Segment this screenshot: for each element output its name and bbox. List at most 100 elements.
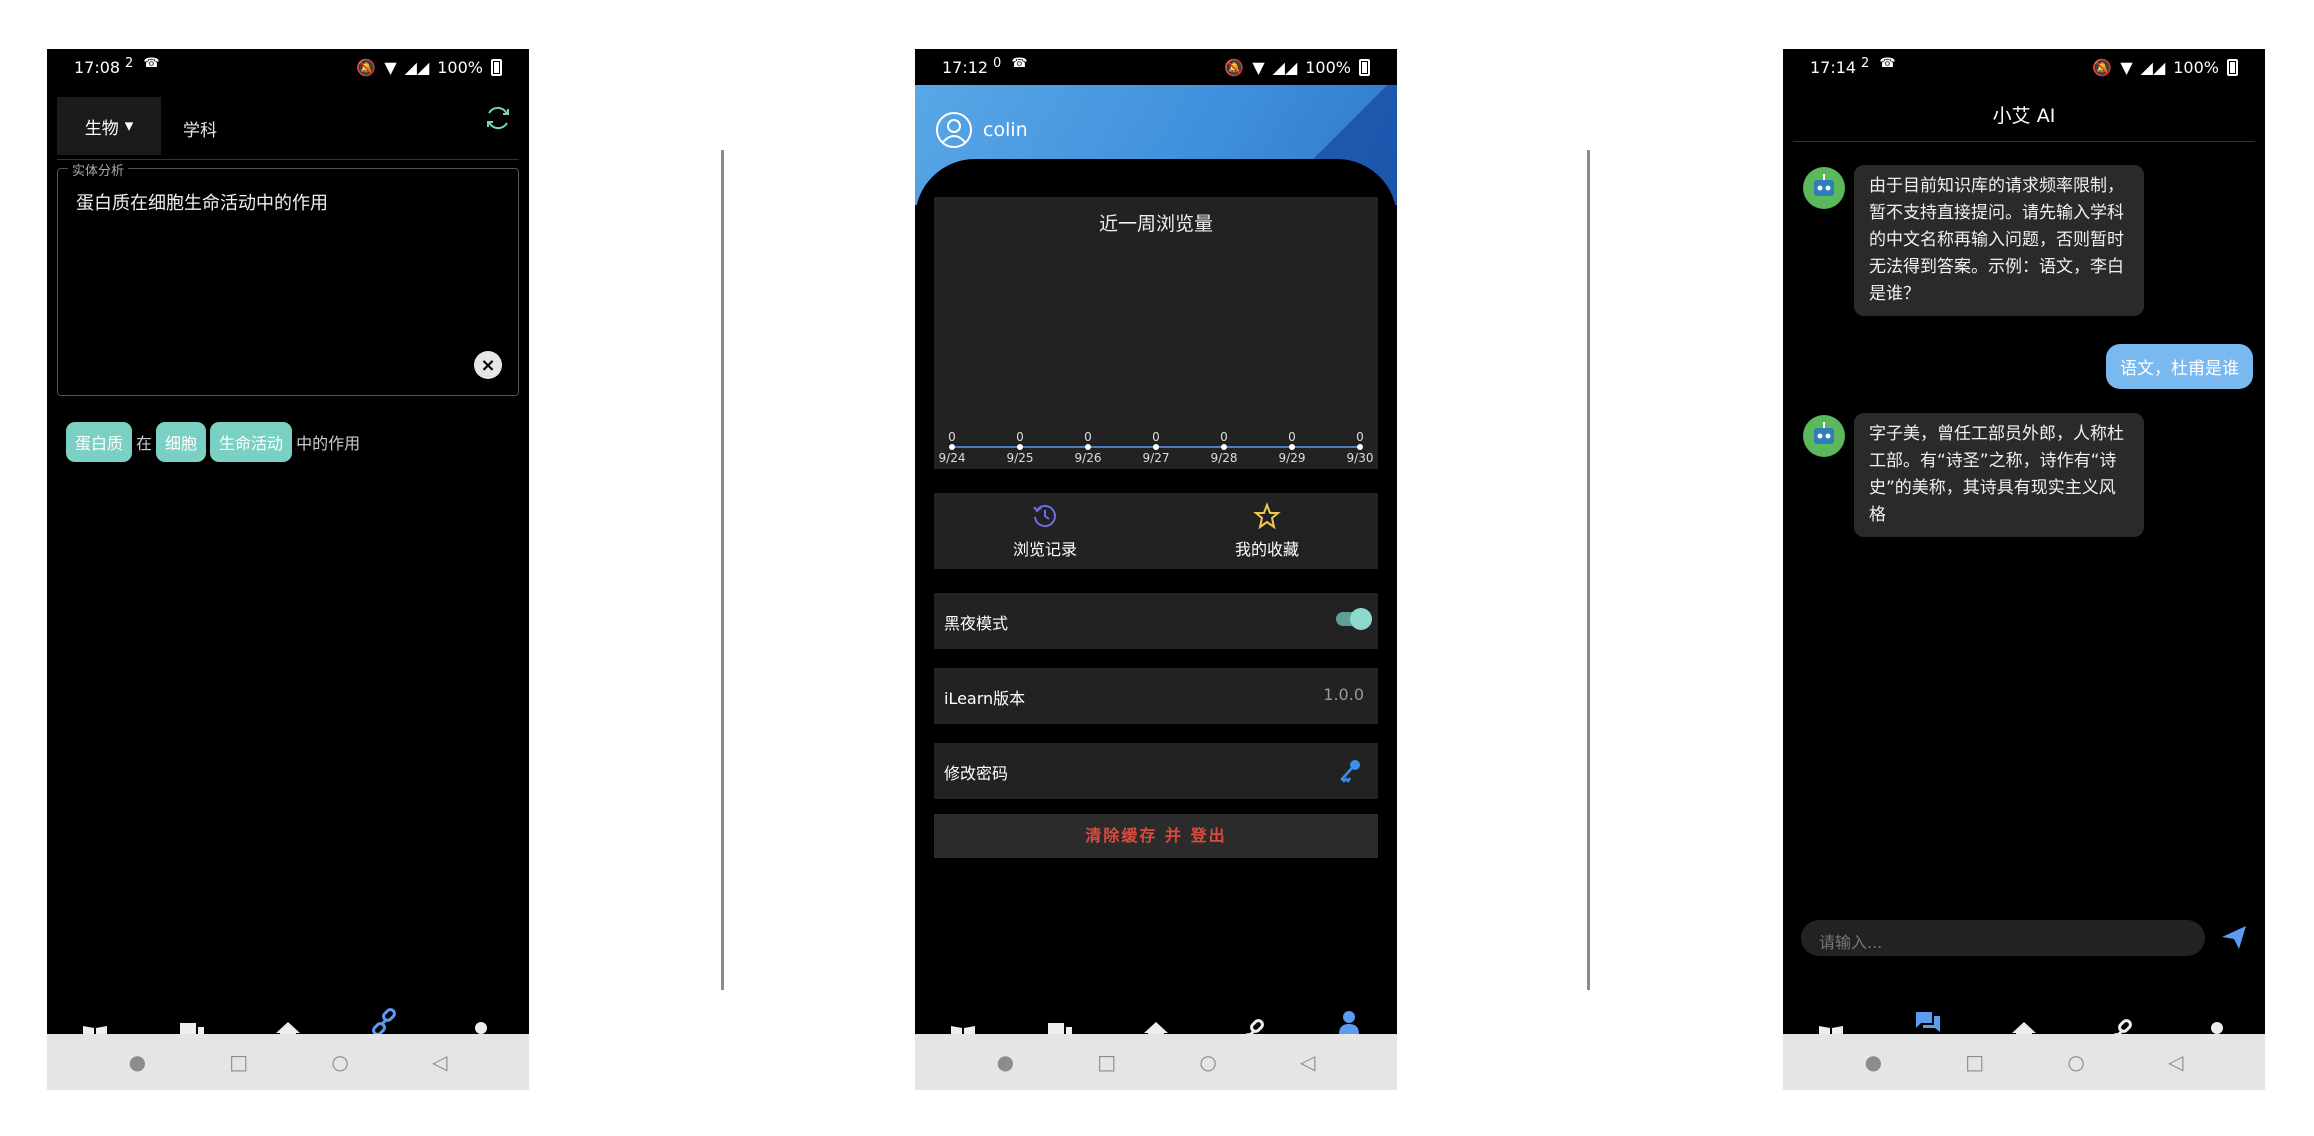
status-bar: 17:12 0 ☎ 🔕 ▼ ◢◢ 100% bbox=[915, 49, 1397, 85]
screen-divider bbox=[1587, 150, 1590, 990]
favorites-button[interactable]: 我的收藏 bbox=[1156, 493, 1378, 569]
user-message: 语文，杜甫是谁 bbox=[2106, 344, 2253, 389]
chat-input[interactable]: 请输入... bbox=[1801, 920, 2205, 956]
status-time: 17:14 bbox=[1810, 58, 1857, 77]
back-icon[interactable]: ◁ bbox=[1300, 1050, 1315, 1074]
robot-avatar-icon bbox=[1803, 167, 1845, 209]
entity-text: 在 bbox=[136, 434, 153, 453]
divider-line bbox=[1793, 141, 2255, 142]
status-time: 17:08 bbox=[74, 58, 121, 77]
phone-screen-chat: 17:14 2 ☎ 🔕 ▼ ◢◢ 100% 小艾 AI 由于目前知识库的请求频率限制… bbox=[1783, 49, 2265, 1090]
dot-icon[interactable]: ● bbox=[997, 1050, 1014, 1074]
entity-analysis-field[interactable]: 实体分析 蛋白质在细胞生命活动中的作用 × bbox=[57, 160, 519, 396]
data-label: 0 bbox=[1152, 430, 1160, 444]
system-nav-bar: ● □ ○ ◁ bbox=[915, 1034, 1397, 1090]
status-right-icons: 🔕 ▼ ◢◢ 100% bbox=[1224, 58, 1370, 77]
logout-button[interactable]: 清除缓存 并 登出 bbox=[934, 814, 1378, 858]
subject-dropdown[interactable]: 生物 ▾ bbox=[57, 97, 161, 155]
x-tick-label: 9/25 bbox=[1007, 451, 1034, 465]
data-label: 0 bbox=[1220, 430, 1228, 444]
status-left-icons: 0 ☎ bbox=[993, 56, 1031, 71]
x-tick-label: 9/24 bbox=[939, 451, 966, 465]
entity-chip[interactable]: 细胞 bbox=[156, 422, 207, 462]
data-point bbox=[1221, 444, 1227, 450]
wifi-icon: ▼ bbox=[1252, 58, 1265, 77]
ai-message: 字子美，曾任工部员外郎，人称杜工部。有“诗圣”之称，诗作有“诗史”的美称，其诗具… bbox=[1854, 413, 2144, 537]
refresh-icon[interactable] bbox=[483, 103, 513, 133]
key-icon bbox=[1340, 760, 1360, 783]
x-tick-label: 9/26 bbox=[1075, 451, 1102, 465]
history-label: 浏览记录 bbox=[1012, 540, 1077, 559]
history-icon bbox=[1033, 505, 1056, 528]
x-tick-label: 9/30 bbox=[1347, 451, 1374, 465]
x-tick-label: 9/28 bbox=[1211, 451, 1238, 465]
battery-icon bbox=[2227, 59, 2238, 76]
star-icon bbox=[1253, 502, 1281, 530]
caret-down-icon: ▾ bbox=[124, 116, 134, 136]
change-password-row[interactable]: 修改密码 bbox=[934, 743, 1378, 799]
entity-chip[interactable]: 生命活动 bbox=[210, 422, 293, 462]
battery-icon bbox=[491, 59, 502, 76]
phone-screen-link: 17:08 2 ☎ 🔕 ▼ ◢◢ 100% 生物 ▾ 学科 实体分析 蛋白质在细胞生… bbox=[47, 49, 529, 1090]
home-circle-icon[interactable]: ○ bbox=[2067, 1050, 2084, 1074]
weekly-views-chart: 近一周浏览量 0 9/24 0 9/25 0 9/26 0 9/27 0 9/28 0 9/29 0 9/… bbox=[934, 197, 1378, 469]
data-label: 0 bbox=[948, 430, 956, 444]
history-button[interactable]: 浏览记录 bbox=[934, 493, 1156, 569]
username: colin bbox=[983, 119, 1028, 141]
status-bar: 17:14 2 ☎ 🔕 ▼ ◢◢ 100% bbox=[1783, 49, 2265, 85]
chat-input-placeholder: 请输入... bbox=[1819, 933, 1883, 952]
data-point bbox=[1289, 444, 1295, 450]
clear-icon[interactable]: × bbox=[474, 351, 502, 379]
robot-avatar-icon bbox=[1803, 415, 1845, 457]
recents-icon[interactable]: □ bbox=[229, 1050, 248, 1074]
x-tick-label: 9/29 bbox=[1279, 451, 1306, 465]
home-circle-icon[interactable]: ○ bbox=[1199, 1050, 1216, 1074]
entity-result: 蛋白质 在 细胞 生命活动 中的作用 bbox=[66, 422, 360, 462]
battery-text: 100% bbox=[2173, 58, 2219, 77]
subject-tab-row: 生物 ▾ 学科 bbox=[57, 97, 519, 157]
signal-icon: ◢◢ bbox=[404, 58, 430, 77]
send-icon[interactable] bbox=[2219, 922, 2249, 952]
wifi-icon: ▼ bbox=[384, 58, 397, 77]
status-left-icons: 2 ☎ bbox=[1861, 56, 1899, 71]
back-icon[interactable]: ◁ bbox=[432, 1050, 447, 1074]
recents-icon[interactable]: □ bbox=[1097, 1050, 1116, 1074]
mute-icon: 🔕 bbox=[356, 58, 377, 77]
favorites-label: 我的收藏 bbox=[1234, 540, 1299, 559]
entity-chip[interactable]: 蛋白质 bbox=[66, 422, 133, 462]
system-nav-bar: ● □ ○ ◁ bbox=[1783, 1034, 2265, 1090]
back-icon[interactable]: ◁ bbox=[2168, 1050, 2183, 1074]
data-label: 0 bbox=[1016, 430, 1024, 444]
chat-title: 小艾 AI bbox=[1992, 105, 2056, 127]
tab-subject[interactable]: 学科 bbox=[183, 116, 217, 141]
status-right-icons: 🔕 ▼ ◢◢ 100% bbox=[356, 58, 502, 77]
change-password-label: 修改密码 bbox=[944, 764, 1009, 783]
data-point bbox=[1017, 444, 1023, 450]
home-circle-icon[interactable]: ○ bbox=[331, 1050, 348, 1074]
person-icon bbox=[1338, 1011, 1359, 1034]
version-label: iLearn版本 bbox=[944, 689, 1026, 708]
user-info[interactable]: colin bbox=[935, 111, 1028, 149]
chat-icon bbox=[1915, 1012, 1940, 1032]
battery-text: 100% bbox=[1305, 58, 1351, 77]
battery-icon bbox=[1359, 59, 1370, 76]
dark-mode-row: 黑夜模式 bbox=[934, 593, 1378, 649]
recents-icon[interactable]: □ bbox=[1965, 1050, 1984, 1074]
user-avatar-icon bbox=[936, 112, 972, 148]
subject-dropdown-value: 生物 bbox=[84, 118, 119, 139]
field-legend: 实体分析 bbox=[68, 160, 129, 179]
version-value: 1.0.0 bbox=[1323, 685, 1364, 704]
data-point bbox=[949, 444, 955, 450]
dark-mode-toggle[interactable] bbox=[1336, 608, 1372, 630]
mute-icon: 🔕 bbox=[1224, 58, 1245, 77]
data-label: 0 bbox=[1288, 430, 1296, 444]
data-point bbox=[1357, 444, 1363, 450]
dot-icon[interactable]: ● bbox=[129, 1050, 146, 1074]
shortcut-panel: 浏览记录 我的收藏 bbox=[934, 493, 1378, 569]
dot-icon[interactable]: ● bbox=[1865, 1050, 1882, 1074]
screen-divider bbox=[721, 150, 724, 990]
dark-mode-label: 黑夜模式 bbox=[944, 614, 1009, 633]
status-left-icons: 2 ☎ bbox=[125, 56, 163, 71]
phone-screen-profile: 17:12 0 ☎ 🔕 ▼ ◢◢ 100% colin 近一周浏览量 0 9/24 0 9… bbox=[915, 49, 1397, 1090]
status-bar: 17:08 2 ☎ 🔕 ▼ ◢◢ 100% bbox=[47, 49, 529, 85]
